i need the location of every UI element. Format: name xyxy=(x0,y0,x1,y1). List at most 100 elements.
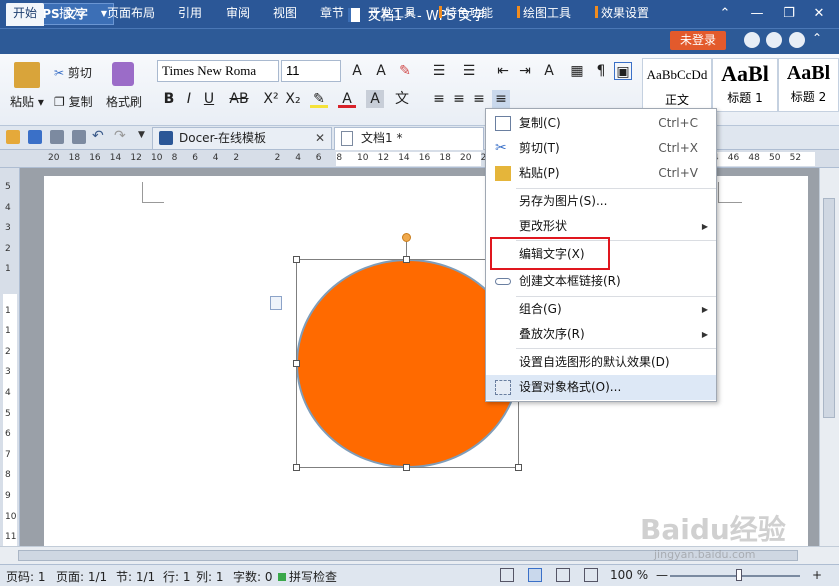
increase-indent-icon[interactable]: ⇥ xyxy=(516,62,534,80)
text-direction-icon[interactable]: A xyxy=(540,62,558,80)
resize-handle[interactable] xyxy=(293,464,300,471)
vertical-scrollbar[interactable] xyxy=(819,168,839,546)
copy-button[interactable]: ❐ 复制 xyxy=(54,93,93,110)
format-painter-icon[interactable] xyxy=(112,62,134,86)
ruler-tick-label: 20 xyxy=(460,153,472,163)
minimize-button[interactable]: — xyxy=(746,4,768,24)
tab-features[interactable]: 特色功能 xyxy=(432,3,500,23)
tab-section[interactable]: 章节 xyxy=(313,3,351,23)
subscript-icon[interactable]: X₂ xyxy=(284,90,302,108)
tab-effects[interactable]: 效果设置 xyxy=(588,3,656,23)
resize-handle[interactable] xyxy=(403,464,410,471)
shortcut-label: Ctrl+X xyxy=(658,141,698,155)
tab-view[interactable]: 视图 xyxy=(266,3,304,23)
close-button[interactable]: ✕ xyxy=(808,4,830,24)
paste-large-icon[interactable] xyxy=(14,62,40,88)
spell-check-button[interactable]: 拼写检查 xyxy=(278,568,337,585)
full-screen-icon[interactable] xyxy=(500,568,514,582)
menu-item-create-textbox-link[interactable]: 创建文本框链接(R) xyxy=(486,269,716,294)
tab-docer[interactable]: Docer-在线模板 ✕ xyxy=(152,127,332,149)
menu-item-change-shape[interactable]: 更改形状 ▶ xyxy=(486,214,716,239)
menu-item-copy[interactable]: 复制(C) Ctrl+C xyxy=(486,111,716,136)
resize-handle[interactable] xyxy=(403,256,410,263)
save-icon[interactable] xyxy=(28,130,42,144)
login-button[interactable]: 未登录 xyxy=(670,31,726,50)
tab-developer[interactable]: 开发工具 xyxy=(361,3,423,23)
rotation-handle[interactable] xyxy=(402,233,411,242)
phonetic-icon[interactable]: 文 xyxy=(390,90,414,108)
maximize-button[interactable]: ❐ xyxy=(778,4,800,24)
resize-handle[interactable] xyxy=(293,360,300,367)
paste-button[interactable]: 粘贴 ▾ xyxy=(10,93,44,110)
close-tab-icon[interactable]: ✕ xyxy=(315,128,325,148)
redo-icon[interactable]: ↷ xyxy=(114,128,126,144)
paragraph-marker-icon[interactable] xyxy=(270,296,282,310)
char-shading-icon[interactable]: A xyxy=(366,90,384,108)
open-icon[interactable] xyxy=(6,130,20,144)
menu-item-save-as-image[interactable]: 另存为图片(S)... xyxy=(486,189,716,214)
highlight-icon[interactable]: ✎ xyxy=(310,90,328,108)
tab-document[interactable]: 文档1 * xyxy=(334,127,484,150)
cut-button[interactable]: ✂ 剪切 xyxy=(54,64,92,81)
tab-references[interactable]: 引用 xyxy=(171,3,209,23)
superscript-icon[interactable]: X² xyxy=(262,90,280,108)
numbered-list-icon[interactable]: ☰ xyxy=(460,62,478,80)
tab-page-layout[interactable]: 页面布局 xyxy=(100,3,162,23)
menu-item-paste[interactable]: 粘贴(P) Ctrl+V xyxy=(486,161,716,186)
menu-item-cut[interactable]: ✂ 剪切(T) Ctrl+X xyxy=(486,136,716,161)
bold-icon[interactable]: B xyxy=(160,90,178,108)
ruler-tick-label: 16 xyxy=(89,153,101,163)
menu-item-format-object[interactable]: 设置对象格式(O)... xyxy=(486,375,716,400)
ribbon-collapse-icon[interactable]: ⌃ xyxy=(714,4,736,24)
shirt-icon[interactable] xyxy=(789,32,805,48)
resize-handle[interactable] xyxy=(293,256,300,263)
zoom-in-button[interactable]: + xyxy=(812,568,822,582)
select-icon[interactable]: ▣ xyxy=(614,62,632,80)
justify-icon[interactable]: ≡ xyxy=(492,90,510,108)
bullet-list-icon[interactable]: ☰ xyxy=(430,62,448,80)
font-color-icon[interactable]: A xyxy=(338,90,356,108)
outline-view-icon[interactable] xyxy=(556,568,570,582)
tab-drawing-tools[interactable]: 绘图工具 xyxy=(510,3,578,23)
resize-handle[interactable] xyxy=(515,464,522,471)
underline-icon[interactable]: U xyxy=(200,90,218,108)
shrink-font-icon[interactable]: A xyxy=(372,62,390,80)
undo-icon[interactable]: ↶ xyxy=(92,128,104,144)
page-view-icon[interactable] xyxy=(528,568,542,582)
align-left-icon[interactable]: ≡ xyxy=(430,90,448,108)
clear-format-icon[interactable]: ✎ xyxy=(396,62,414,80)
style-normal[interactable]: AaBbCcDd 正文 xyxy=(642,58,712,112)
skin-icon[interactable] xyxy=(744,32,760,48)
zoom-slider-thumb[interactable] xyxy=(736,569,742,581)
print-icon[interactable] xyxy=(50,130,64,144)
italic-icon[interactable]: I xyxy=(180,90,198,108)
font-size-select[interactable]: 11 xyxy=(281,60,341,82)
tab-start[interactable]: 开始 xyxy=(6,3,45,26)
menu-item-group[interactable]: 组合(G) ▶ xyxy=(486,297,716,322)
align-right-icon[interactable]: ≡ xyxy=(470,90,488,108)
more-icon[interactable]: ⌃ xyxy=(812,31,822,45)
web-view-icon[interactable] xyxy=(584,568,598,582)
menu-item-order[interactable]: 叠放次序(R) ▶ xyxy=(486,322,716,347)
align-center-icon[interactable]: ≡ xyxy=(450,90,468,108)
show-marks-icon[interactable]: ¶ xyxy=(592,62,610,80)
decrease-indent-icon[interactable]: ⇤ xyxy=(494,62,512,80)
style-heading2[interactable]: AaBl 标题 2 xyxy=(778,58,839,112)
tab-review[interactable]: 审阅 xyxy=(219,3,257,23)
print-preview-icon[interactable] xyxy=(72,130,86,144)
help-icon[interactable] xyxy=(766,32,782,48)
style-heading1[interactable]: AaBl 标题 1 xyxy=(712,58,778,112)
grow-font-icon[interactable]: A xyxy=(348,62,366,80)
ruler-tick-label: 10 xyxy=(357,153,369,163)
vertical-ruler[interactable]: 543211123456789101112 xyxy=(0,168,20,563)
font-name-select[interactable]: Times New Roma xyxy=(157,60,279,82)
zoom-out-button[interactable]: — xyxy=(656,568,668,582)
format-painter-button[interactable]: 格式刷 xyxy=(106,93,142,110)
menu-item-default-effect[interactable]: 设置自选图形的默认效果(D) xyxy=(486,350,716,375)
tab-insert[interactable]: 插入 xyxy=(52,3,90,23)
customize-icon[interactable]: ▼ xyxy=(138,130,145,140)
zoom-slider[interactable] xyxy=(670,575,800,577)
strikethrough-icon[interactable]: AB xyxy=(228,90,250,108)
table-icon[interactable]: ▦ xyxy=(568,62,586,80)
margin-mark xyxy=(718,182,719,202)
